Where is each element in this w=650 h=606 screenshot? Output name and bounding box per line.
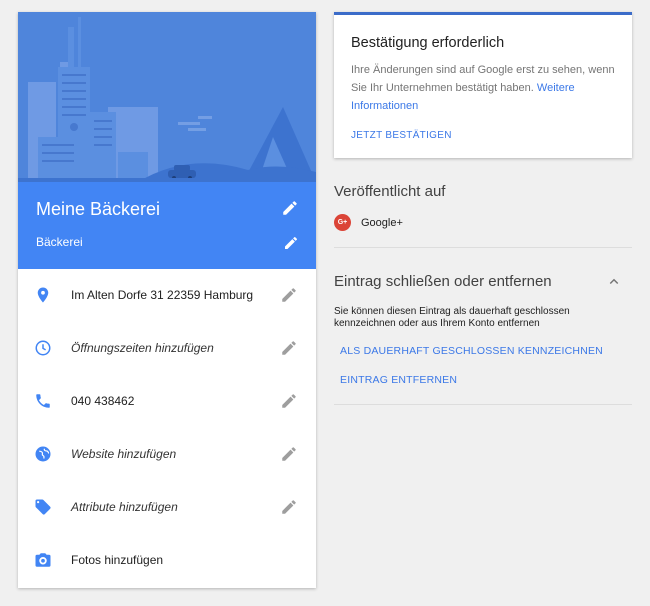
- google-plus-label: Google+: [361, 217, 403, 229]
- edit-phone-pencil-icon[interactable]: [280, 392, 298, 410]
- clock-icon: [35, 340, 51, 356]
- edit-attributes-pencil-icon[interactable]: [280, 498, 298, 516]
- google-plus-icon: G+: [334, 214, 351, 231]
- photos-text: Fotos hinzufügen: [71, 553, 164, 567]
- edit-category-pencil-icon[interactable]: [283, 235, 299, 251]
- opening-hours-text: Öffnungszeiten hinzufügen: [71, 341, 214, 355]
- location-pin-icon: [37, 287, 49, 303]
- confirmation-text: Ihre Änderungen sind auf Google erst zu …: [351, 61, 621, 115]
- published-title: Veröffentlicht auf: [334, 183, 446, 200]
- edit-website-pencil-icon[interactable]: [280, 445, 298, 463]
- confirm-now-button[interactable]: JETZT BESTÄTIGEN: [351, 130, 452, 141]
- attributes-text: Attribute hinzufügen: [71, 500, 178, 514]
- address-text: Im Alten Dorfe 31 22359 Hamburg: [71, 288, 254, 302]
- close-section-title: Eintrag schließen oder entfernen: [334, 273, 552, 290]
- phone-text: 040 438462: [71, 394, 135, 408]
- phone-row[interactable]: 040 438462: [18, 375, 316, 428]
- confirmation-title: Bestätigung erforderlich: [351, 35, 505, 51]
- business-category: Bäckerei: [36, 235, 83, 249]
- divider: [334, 404, 632, 405]
- city-skyline-illustration: [18, 12, 316, 182]
- edit-hours-pencil-icon[interactable]: [280, 339, 298, 357]
- phone-icon: [36, 394, 50, 408]
- remove-listing-button[interactable]: EINTRAG ENTFERNEN: [340, 374, 457, 386]
- tag-icon: [35, 499, 51, 515]
- attributes-row[interactable]: Attribute hinzufügen: [18, 481, 316, 534]
- business-info-card: Meine Bäckerei Bäckerei Im Alten Dorfe 3…: [18, 12, 316, 588]
- confirmation-card: Bestätigung erforderlich Ihre Änderungen…: [334, 12, 632, 158]
- address-row[interactable]: Im Alten Dorfe 31 22359 Hamburg: [18, 269, 316, 322]
- mark-permanently-closed-button[interactable]: ALS DAUERHAFT GESCHLOSSEN KENNZEICHNEN: [340, 345, 603, 357]
- edit-name-pencil-icon[interactable]: [281, 199, 299, 217]
- website-text: Website hinzufügen: [71, 447, 177, 461]
- photos-row[interactable]: Fotos hinzufügen: [18, 534, 316, 587]
- opening-hours-row[interactable]: Öffnungszeiten hinzufügen: [18, 322, 316, 375]
- confirmation-body: Ihre Änderungen sind auf Google erst zu …: [351, 64, 615, 94]
- close-section-description: Sie können diesen Eintrag als dauerhaft …: [334, 306, 570, 329]
- business-header: Meine Bäckerei Bäckerei: [18, 182, 316, 269]
- divider: [334, 247, 632, 248]
- business-name: Meine Bäckerei: [36, 199, 161, 219]
- edit-address-pencil-icon[interactable]: [280, 286, 298, 304]
- camera-icon: [35, 553, 51, 567]
- website-row[interactable]: Website hinzufügen: [18, 428, 316, 481]
- chevron-up-icon[interactable]: [605, 273, 623, 291]
- globe-icon: [35, 446, 51, 462]
